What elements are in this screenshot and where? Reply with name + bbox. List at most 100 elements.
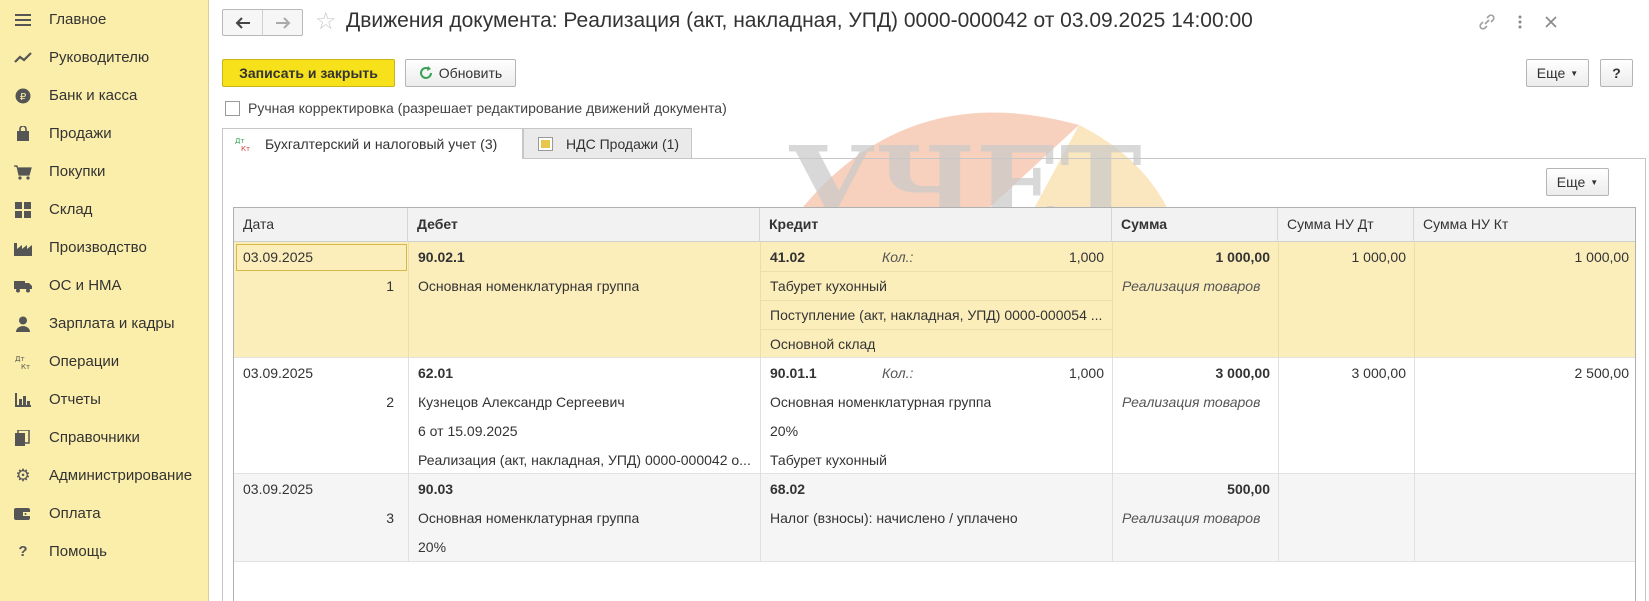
column-header-sum[interactable]: Сумма xyxy=(1112,208,1278,242)
credit-subconto: 20% xyxy=(770,423,799,439)
sidebar-item-payment[interactable]: Оплата xyxy=(0,494,208,533)
content-cell: Реализация товаров xyxy=(1122,394,1261,410)
sidebar-item-label: Зарплата и кадры xyxy=(49,315,175,332)
caret-down-icon: ▼ xyxy=(1570,68,1579,78)
tab-accounting[interactable]: Дт Кт Бухгалтерский и налоговый учет (3) xyxy=(222,128,523,159)
main-area: УЧЕТ БЕЗ ЗАБОТ ☆ Движения документа: Реа… xyxy=(209,0,1649,601)
sum-cell: 500,00 xyxy=(1227,481,1270,497)
sidebar-item-label: Помощь xyxy=(49,543,107,560)
nav-buttons xyxy=(222,9,303,36)
sidebar-item-fixed-assets[interactable]: ОС и НМА xyxy=(0,266,208,305)
sidebar: Главное Руководителю ₽ Банк и касса Прод… xyxy=(0,0,209,601)
tax-sum-credit-cell: 2 500,00 xyxy=(1574,365,1630,381)
quantity-label: Кол.: xyxy=(882,365,914,381)
books-icon xyxy=(14,429,32,447)
factory-icon xyxy=(14,239,32,257)
sidebar-item-warehouse[interactable]: Склад xyxy=(0,190,208,229)
tax-sum-credit-cell: 1 000,00 xyxy=(1574,249,1630,265)
tab-label: Бухгалтерский и налоговый учет (3) xyxy=(265,136,498,152)
arrow-left-icon xyxy=(235,16,250,29)
debit-subconto: 6 от 15.09.2025 xyxy=(418,423,518,439)
sidebar-item-label: Производство xyxy=(49,239,147,256)
sidebar-item-production[interactable]: Производство xyxy=(0,228,208,267)
close-icon[interactable] xyxy=(1541,12,1561,32)
dt-kt-icon: Дт Кт xyxy=(14,353,32,371)
tax-sum-debit-cell: 3 000,00 xyxy=(1351,365,1407,381)
sidebar-item-label: Банк и касса xyxy=(49,87,138,104)
sidebar-item-label: ОС и НМА xyxy=(49,277,122,294)
debit-account: 62.01 xyxy=(418,365,454,381)
date-cell: 03.09.2025 xyxy=(243,365,314,381)
page-title: Движения документа: Реализация (акт, нак… xyxy=(346,9,1253,32)
table-row[interactable]: 03.09.2025 1 90.02.1 Основная номенклату… xyxy=(234,242,1635,358)
link-icon[interactable] xyxy=(1477,12,1497,32)
warehouse-grid-icon xyxy=(14,201,32,219)
sidebar-item-references[interactable]: Справочники xyxy=(0,418,208,457)
credit-subconto: Налог (взносы): начислено / уплачено xyxy=(770,510,1018,526)
content-cell: Реализация товаров xyxy=(1122,510,1261,526)
favorite-star-icon[interactable]: ☆ xyxy=(315,10,339,34)
question-icon: ? xyxy=(18,543,28,560)
row-number: 2 xyxy=(386,394,394,410)
sidebar-item-label: Склад xyxy=(49,201,93,218)
column-header-debit[interactable]: Дебет xyxy=(408,208,760,242)
sidebar-item-operations[interactable]: Дт Кт Операции xyxy=(0,342,208,381)
truck-icon xyxy=(14,277,32,295)
quantity-label: Кол.: xyxy=(882,249,914,265)
sidebar-item-main[interactable]: Главное xyxy=(0,0,208,39)
svg-text:Дт: Дт xyxy=(235,137,245,145)
sidebar-item-label: Операции xyxy=(49,353,120,370)
caret-down-icon: ▼ xyxy=(1590,177,1599,187)
row-number: 3 xyxy=(386,510,394,526)
sidebar-item-sales[interactable]: Продажи xyxy=(0,114,208,153)
person-icon xyxy=(14,315,32,333)
sidebar-item-bank[interactable]: ₽ Банк и касса xyxy=(0,76,208,115)
sidebar-item-label: Руководителю xyxy=(49,49,150,66)
svg-text:₽: ₽ xyxy=(20,92,27,103)
debit-account: 90.03 xyxy=(418,481,454,497)
sidebar-item-reports[interactable]: Отчеты xyxy=(0,380,208,419)
sidebar-item-administration[interactable]: ⚙ Администрирование xyxy=(0,456,208,495)
svg-text:Кт: Кт xyxy=(21,363,30,370)
sidebar-item-help[interactable]: ? Помощь xyxy=(0,532,208,571)
sidebar-item-manager[interactable]: Руководителю xyxy=(0,38,208,77)
debit-account: 90.02.1 xyxy=(418,249,465,265)
credit-account: 41.02 xyxy=(770,249,806,265)
sidebar-item-purchases[interactable]: Покупки xyxy=(0,152,208,191)
tab-vat-sales[interactable]: НДС Продажи (1) xyxy=(523,128,692,158)
trend-icon xyxy=(14,49,32,67)
table-more-button[interactable]: Еще ▼ xyxy=(1546,168,1609,196)
content-cell: Реализация товаров xyxy=(1122,278,1261,294)
credit-subconto: Основной склад xyxy=(770,336,876,352)
save-and-close-button[interactable]: Записать и закрыть xyxy=(222,59,395,87)
table-row[interactable]: 03.09.2025 2 62.01 Кузнецов Александр Се… xyxy=(234,358,1635,474)
sidebar-item-payroll[interactable]: Зарплата и кадры xyxy=(0,304,208,343)
table-row[interactable]: 03.09.2025 3 90.03 Основная номенклатурн… xyxy=(234,474,1635,562)
refresh-button[interactable]: Обновить xyxy=(405,59,516,87)
cart-icon xyxy=(14,163,32,181)
shopping-bag-icon xyxy=(14,125,32,143)
postings-table[interactable]: Дата Дебет Кредит Сумма Сумма НУ Дт Сумм… xyxy=(233,207,1636,601)
column-header-date[interactable]: Дата xyxy=(234,208,408,242)
menu-icon xyxy=(14,11,32,29)
tab-label: НДС Продажи (1) xyxy=(566,135,680,152)
sum-cell: 1 000,00 xyxy=(1215,249,1271,265)
more-vertical-icon[interactable] xyxy=(1510,12,1530,32)
manual-correction-row: Ручная корректировка (разрешает редактир… xyxy=(225,100,727,116)
manual-correction-checkbox[interactable] xyxy=(225,100,240,116)
column-header-tax-sum-debit[interactable]: Сумма НУ Дт xyxy=(1278,208,1414,242)
back-button[interactable] xyxy=(223,10,262,35)
help-button[interactable]: ? xyxy=(1600,59,1633,87)
debit-subconto: Основная номенклатурная группа xyxy=(418,510,640,526)
more-button[interactable]: Еще ▼ xyxy=(1526,59,1589,87)
quantity-value: 1,000 xyxy=(1068,365,1104,381)
column-header-tax-sum-credit[interactable]: Сумма НУ Кт xyxy=(1414,208,1635,242)
debit-subconto: Реализация (акт, накладная, УПД) 0000-00… xyxy=(418,452,751,468)
forward-button[interactable] xyxy=(262,10,302,35)
date-cell: 03.09.2025 xyxy=(243,481,314,497)
credit-account: 90.01.1 xyxy=(770,365,817,381)
manual-correction-label: Ручная корректировка (разрешает редактир… xyxy=(248,100,727,116)
ruble-coin-icon: ₽ xyxy=(14,87,32,105)
column-header-credit[interactable]: Кредит xyxy=(760,208,1112,242)
sidebar-item-label: Покупки xyxy=(49,163,106,180)
